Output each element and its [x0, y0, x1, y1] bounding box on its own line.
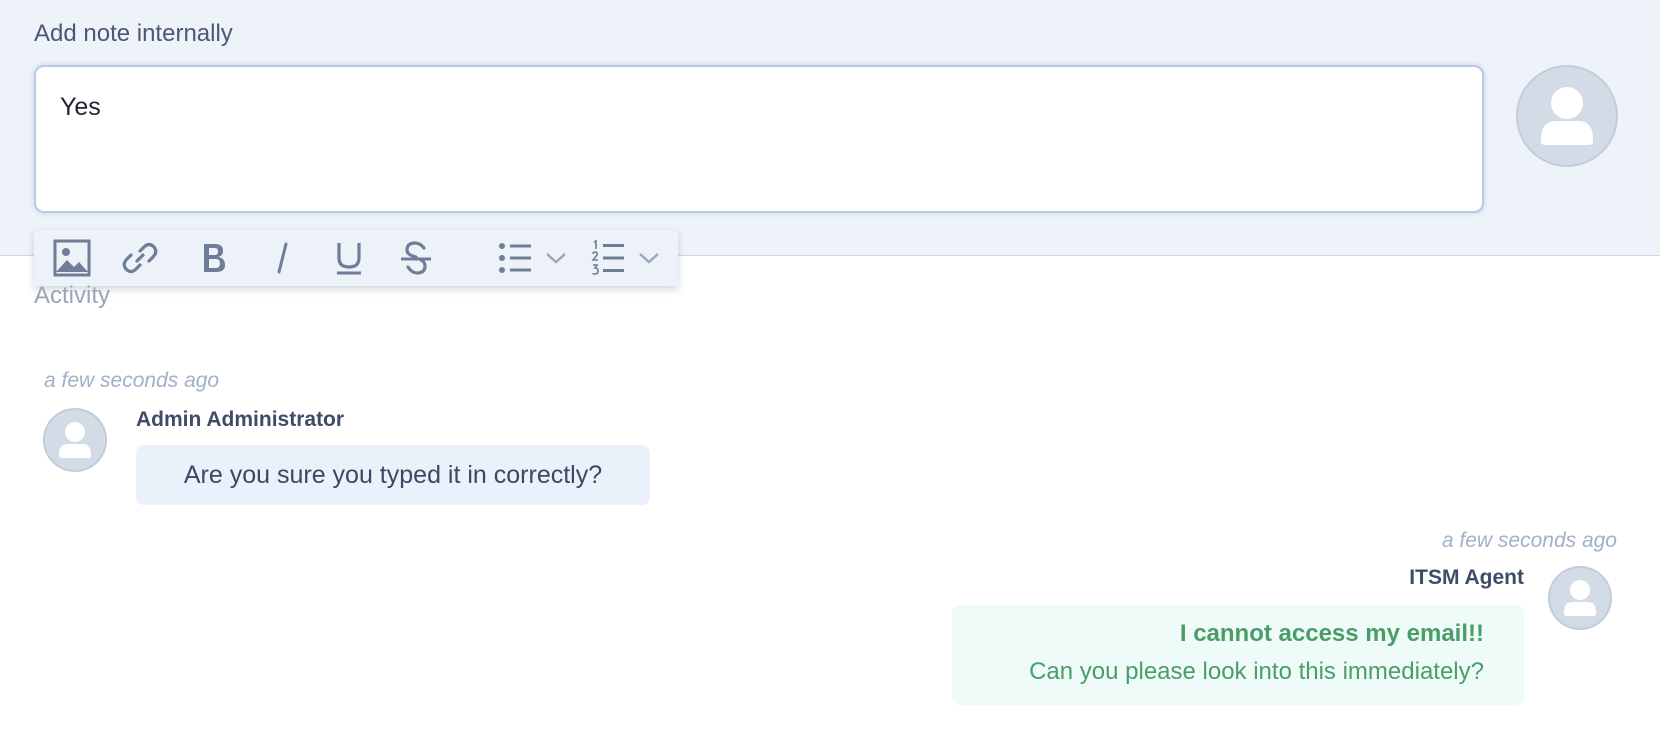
note-input[interactable]: Yes — [34, 65, 1484, 213]
author-avatar — [43, 408, 107, 472]
message-bubble: Are you sure you typed it in correctly? — [136, 445, 650, 505]
chevron-down-icon — [546, 253, 566, 264]
message-text: Can you please look into this immediatel… — [1029, 658, 1484, 685]
image-icon — [53, 239, 91, 277]
numbered-list-dropdown[interactable] — [637, 230, 661, 286]
bullet-list-button[interactable] — [496, 230, 534, 286]
strikethrough-icon — [401, 241, 431, 275]
chevron-down-icon — [639, 253, 659, 264]
user-avatar-icon — [1516, 65, 1618, 167]
italic-button[interactable] — [262, 230, 302, 286]
insert-link-button[interactable] — [120, 230, 160, 286]
activity-heading: Activity — [34, 282, 111, 309]
bold-button[interactable] — [194, 230, 234, 286]
message-bubble: I cannot access my email!! Can you pleas… — [952, 605, 1524, 705]
entry-timestamp: a few seconds ago — [44, 369, 220, 392]
link-icon — [122, 242, 158, 274]
current-user-avatar — [1516, 65, 1618, 167]
underline-icon — [337, 243, 361, 275]
insert-image-button[interactable] — [52, 230, 92, 286]
entry-timestamp: a few seconds ago — [1441, 529, 1617, 552]
bullet-list-dropdown[interactable] — [544, 230, 568, 286]
user-avatar-icon — [43, 408, 107, 472]
entry-author: ITSM Agent — [1409, 566, 1524, 589]
formatting-toolbar — [34, 230, 678, 286]
entry-author: Admin Administrator — [136, 408, 345, 431]
add-note-panel: Add note internally Yes — [0, 0, 1660, 256]
author-avatar — [1548, 566, 1612, 630]
bold-icon — [204, 244, 225, 272]
ticket-conversation-page: Add note internally Yes Activity a few s… — [0, 0, 1660, 740]
strikethrough-button[interactable] — [396, 230, 436, 286]
underline-button[interactable] — [329, 230, 369, 286]
user-avatar-icon — [1548, 566, 1612, 630]
numbered-list-button[interactable] — [589, 230, 627, 286]
note-title: Add note internally — [34, 20, 233, 47]
message-subject: I cannot access my email!! — [1179, 620, 1484, 647]
message-text: Are you sure you typed it in correctly? — [183, 460, 603, 489]
italic-icon — [277, 242, 288, 274]
numbered-list-icon — [591, 240, 624, 275]
bullet-list-icon — [499, 243, 531, 273]
